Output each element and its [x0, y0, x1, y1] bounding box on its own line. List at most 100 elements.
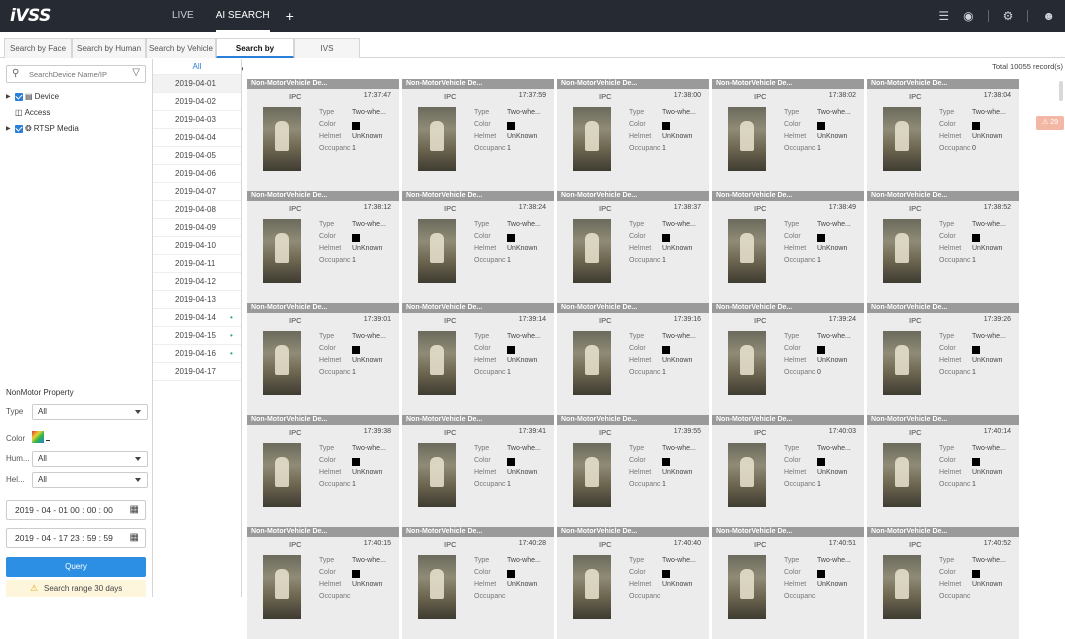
globe-icon[interactable]: ◉	[963, 9, 973, 23]
result-card[interactable]: Non-MotorVehicle De... IPC 17:40:15 Type Two…	[247, 527, 399, 639]
tab-search-by-human[interactable]: Search by Human	[72, 38, 146, 58]
snapshot-image[interactable]	[883, 219, 921, 283]
result-card[interactable]: Non-MotorVehicle De... IPC 17:40:03 Type Two…	[712, 415, 864, 527]
result-card[interactable]: Non-MotorVehicle De... IPC 17:40:28 Type Two…	[402, 527, 554, 639]
device-search-input[interactable]	[29, 68, 124, 81]
expand-arrow-icon[interactable]: ▶	[6, 121, 13, 137]
add-tab-button[interactable]: +	[286, 8, 294, 24]
snapshot-image[interactable]	[883, 107, 921, 171]
type-select[interactable]: All	[32, 404, 148, 420]
result-card[interactable]: Non-MotorVehicle De... IPC 17:40:51 Type Two…	[712, 527, 864, 639]
result-card[interactable]: Non-MotorVehicle De... IPC 17:38:24 Type Two…	[402, 191, 554, 303]
result-card[interactable]: Non-MotorVehicle De... IPC 17:38:49 Type Two…	[712, 191, 864, 303]
result-card[interactable]: Non-MotorVehicle De... IPC 17:40:40 Type Two…	[557, 527, 709, 639]
snapshot-image[interactable]	[263, 107, 301, 171]
result-card[interactable]: Non-MotorVehicle De... IPC 17:37:47 Type Two…	[247, 79, 399, 191]
result-card[interactable]: Non-MotorVehicle De... IPC 17:37:59 Type Two…	[402, 79, 554, 191]
date-item[interactable]: 2019-04-09	[153, 219, 241, 237]
snapshot-image[interactable]	[263, 555, 301, 619]
user-icon[interactable]: ☻	[1042, 9, 1055, 23]
end-time-field[interactable]: 2019 - 04 - 17 23 : 59 : 59 ▦	[6, 528, 146, 548]
snapshot-image[interactable]	[418, 443, 456, 507]
snapshot-image[interactable]	[418, 555, 456, 619]
result-card[interactable]: Non-MotorVehicle De... IPC 17:40:14 Type Two…	[867, 415, 1019, 527]
date-item[interactable]: 2019-04-04	[153, 129, 241, 147]
result-card[interactable]: Non-MotorVehicle De... IPC 17:39:38 Type Two…	[247, 415, 399, 527]
result-card[interactable]: Non-MotorVehicle De... IPC 17:40:52 Type Two…	[867, 527, 1019, 639]
result-card[interactable]: Non-MotorVehicle De... IPC 17:38:00 Type Two…	[557, 79, 709, 191]
date-all[interactable]: All	[153, 59, 241, 75]
calendar-icon[interactable]: ▦	[130, 529, 139, 547]
result-card[interactable]: Non-MotorVehicle De... IPC 17:38:52 Type Two…	[867, 191, 1019, 303]
filter-icon[interactable]: ▽	[132, 67, 140, 78]
nav-live[interactable]: LIVE	[172, 0, 194, 32]
color-picker[interactable]	[32, 431, 44, 443]
result-card[interactable]: Non-MotorVehicle De... IPC 17:39:14 Type Two…	[402, 303, 554, 415]
result-card[interactable]: Non-MotorVehicle De... IPC 17:39:41 Type Two…	[402, 415, 554, 527]
snapshot-image[interactable]	[573, 219, 611, 283]
calendar-icon[interactable]: ▦	[130, 501, 139, 519]
date-item[interactable]: 2019-04-17	[153, 363, 241, 381]
snapshot-image[interactable]	[263, 219, 301, 283]
date-item[interactable]: 2019-04-13	[153, 291, 241, 309]
result-card[interactable]: Non-MotorVehicle De... IPC 17:38:04 Type Two…	[867, 79, 1019, 191]
snapshot-image[interactable]	[573, 331, 611, 395]
result-card[interactable]: Non-MotorVehicle De... IPC 17:39:26 Type Two…	[867, 303, 1019, 415]
snapshot-image[interactable]	[573, 107, 611, 171]
snapshot-image[interactable]	[418, 331, 456, 395]
tree-node-rtsp[interactable]: ▶ ❂ RTSP Media	[6, 121, 79, 137]
snapshot-image[interactable]	[728, 443, 766, 507]
result-card[interactable]: Non-MotorVehicle De... IPC 17:38:12 Type Two…	[247, 191, 399, 303]
snapshot-image[interactable]	[263, 331, 301, 395]
date-item[interactable]: 2019-04-02	[153, 93, 241, 111]
tree-node-device[interactable]: ▶ ▤ Device	[6, 89, 79, 105]
snapshot-image[interactable]	[728, 555, 766, 619]
start-time-field[interactable]: 2019 - 04 - 01 00 : 00 : 00 ▦	[6, 500, 146, 520]
gear-icon[interactable]: ⚙	[1003, 9, 1014, 23]
helmet-select[interactable]: All	[32, 472, 148, 488]
snapshot-image[interactable]	[883, 555, 921, 619]
date-item[interactable]: 2019-04-16 •	[153, 345, 241, 363]
tree-node-access[interactable]: ◫ Access	[6, 105, 79, 121]
tab-search-by-nonmotor[interactable]: Search by NonMotor	[216, 38, 294, 73]
result-card[interactable]: Non-MotorVehicle De... IPC 17:39:24 Type Two…	[712, 303, 864, 415]
scrollbar[interactable]	[1059, 81, 1063, 101]
date-item[interactable]: 2019-04-07	[153, 183, 241, 201]
nav-ai-search[interactable]: AI SEARCH	[215, 0, 270, 32]
result-card[interactable]: Non-MotorVehicle De... IPC 17:39:16 Type Two…	[557, 303, 709, 415]
result-card[interactable]: Non-MotorVehicle De... IPC 17:38:37 Type Two…	[557, 191, 709, 303]
checkbox-rtsp[interactable]	[15, 125, 23, 133]
date-item[interactable]: 2019-04-12	[153, 273, 241, 291]
snapshot-image[interactable]	[883, 331, 921, 395]
snapshot-image[interactable]	[573, 555, 611, 619]
tab-search-by-face[interactable]: Search by Face	[4, 38, 72, 58]
date-item[interactable]: 2019-04-14 •	[153, 309, 241, 327]
query-button[interactable]: Query	[6, 557, 146, 577]
result-card[interactable]: Non-MotorVehicle De... IPC 17:38:02 Type Two…	[712, 79, 864, 191]
tab-ivs[interactable]: IVS	[294, 38, 360, 58]
date-item[interactable]: 2019-04-08	[153, 201, 241, 219]
snapshot-image[interactable]	[263, 443, 301, 507]
date-item[interactable]: 2019-04-01	[153, 75, 241, 93]
date-item[interactable]: 2019-04-06	[153, 165, 241, 183]
snapshot-image[interactable]	[728, 331, 766, 395]
snapshot-image[interactable]	[883, 443, 921, 507]
expand-arrow-icon[interactable]: ▶	[6, 89, 13, 105]
date-item[interactable]: 2019-04-11	[153, 255, 241, 273]
snapshot-image[interactable]	[728, 107, 766, 171]
humans-select[interactable]: All	[32, 451, 148, 467]
checkbox-device[interactable]	[15, 93, 23, 101]
alarm-badge[interactable]: ⚠ 29	[1036, 116, 1064, 130]
list-icon[interactable]: ☰	[938, 9, 949, 23]
date-item[interactable]: 2019-04-05	[153, 147, 241, 165]
snapshot-image[interactable]	[728, 219, 766, 283]
date-item[interactable]: 2019-04-15 •	[153, 327, 241, 345]
tab-search-by-vehicle[interactable]: Search by Vehicle	[146, 38, 216, 58]
date-item[interactable]: 2019-04-10	[153, 237, 241, 255]
snapshot-image[interactable]	[418, 219, 456, 283]
result-card[interactable]: Non-MotorVehicle De... IPC 17:39:55 Type Two…	[557, 415, 709, 527]
snapshot-image[interactable]	[573, 443, 611, 507]
date-item[interactable]: 2019-04-03	[153, 111, 241, 129]
snapshot-image[interactable]	[418, 107, 456, 171]
result-card[interactable]: Non-MotorVehicle De... IPC 17:39:01 Type Two…	[247, 303, 399, 415]
